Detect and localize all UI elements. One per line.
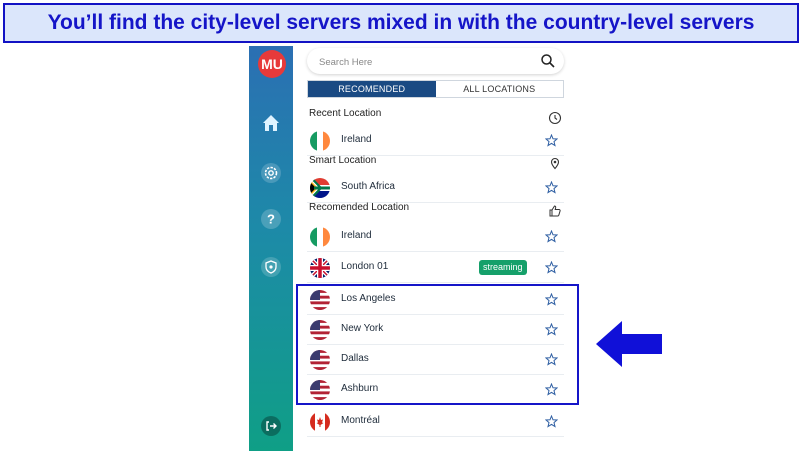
help-icon[interactable]: ? [258,206,284,232]
location-row-montreal[interactable]: Montréal [307,407,564,437]
location-row-ireland[interactable]: Ireland [307,222,564,252]
tab-recomended[interactable]: RECOMENDED [308,81,436,97]
city-servers-highlight-box [296,284,579,405]
sidebar: MU ? [249,46,293,451]
clock-icon [548,111,562,125]
location-tabs: RECOMENDED ALL LOCATIONS [307,80,564,98]
search-icon[interactable] [540,53,556,69]
section-recent-location: Recent Location [309,108,566,125]
location-row-south-africa[interactable]: South Africa [307,173,564,203]
ireland-flag-icon [310,227,330,247]
location-pin-icon [550,157,560,170]
south-africa-flag-icon [310,178,330,198]
star-icon[interactable] [545,415,558,428]
arrow-left-icon [596,321,662,367]
svg-text:?: ? [267,212,275,227]
star-icon[interactable] [545,261,558,274]
star-icon[interactable] [545,134,558,147]
logout-icon[interactable] [258,413,284,439]
section-label: Recomended Location [309,202,410,213]
caption-text: You’ll find the city-level servers mixed… [47,11,755,34]
settings-icon[interactable] [258,160,284,186]
home-icon[interactable] [258,110,284,136]
shield-icon[interactable] [258,254,284,280]
streaming-badge: streaming [479,260,527,275]
location-name: Ireland [341,230,372,241]
location-name: London 01 [341,261,389,272]
location-name: South Africa [341,181,395,192]
location-row-ireland-recent[interactable]: Ireland [307,126,564,156]
section-label: Smart Location [309,155,377,166]
location-name: Ireland [341,134,372,145]
caption-banner: You’ll find the city-level servers mixed… [3,3,799,43]
search-box [307,48,564,74]
tab-all-locations[interactable]: ALL LOCATIONS [435,81,563,97]
star-icon[interactable] [545,230,558,243]
avatar[interactable]: MU [258,50,286,78]
ireland-flag-icon [310,131,330,151]
section-smart-location: Smart Location [309,155,566,171]
search-input[interactable] [317,51,521,73]
thumbs-up-icon [549,205,561,217]
section-recomended-location: Recomended Location [309,202,566,218]
section-label: Recent Location [309,108,382,119]
uk-flag-icon [310,258,330,278]
location-row-london-01[interactable]: London 01 streaming [307,253,564,283]
star-icon[interactable] [545,181,558,194]
location-name: Montréal [341,415,380,426]
canada-flag-icon [310,412,330,432]
